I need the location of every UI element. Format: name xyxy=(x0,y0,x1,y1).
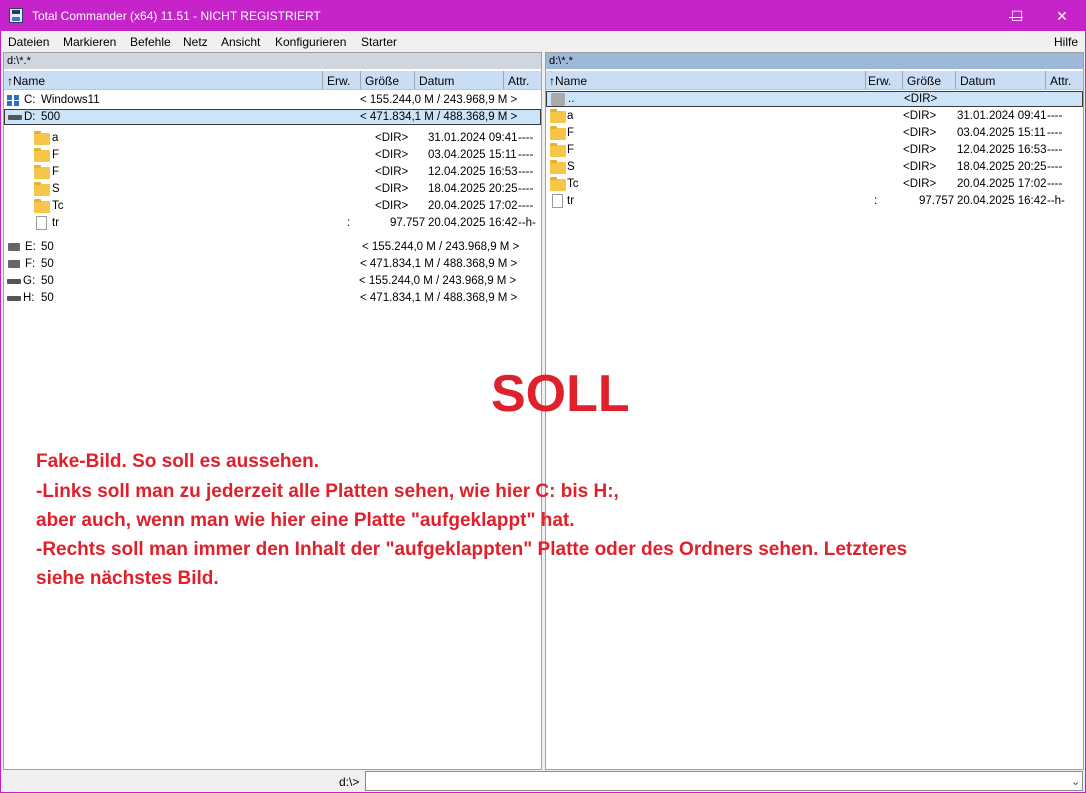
usb-drive-icon xyxy=(8,243,20,251)
left-col-ext[interactable]: Erw. xyxy=(327,74,350,88)
menu-netz[interactable]: Netz xyxy=(183,35,208,49)
list-item[interactable]: Tc <DIR> 20.04.2025 17:02 ---- xyxy=(4,199,541,215)
list-item[interactable]: F <DIR> 12.04.2025 16:53 ---- xyxy=(546,143,1083,159)
menu-dateien[interactable]: Dateien xyxy=(8,35,49,49)
list-item[interactable]: tr : 97.757 20.04.2025 16:42 --h- xyxy=(546,194,1083,210)
title-bar[interactable]: Total Commander (x64) 11.51 - NICHT REGI… xyxy=(1,1,1085,31)
drive-row-e[interactable]: E: 50 < 155.244,0 M / 243.968,9 M > xyxy=(4,240,541,256)
left-col-name[interactable]: ↑Name xyxy=(7,74,45,88)
up-folder-icon xyxy=(551,93,565,106)
left-column-header: ↑Name Erw. Größe Datum Attr. xyxy=(4,71,541,90)
window-title: Total Commander (x64) 11.51 - NICHT REGI… xyxy=(32,9,321,23)
maximize-button[interactable]: ☐ xyxy=(994,1,1040,31)
list-item[interactable]: S <DIR> 18.04.2025 20:25 ---- xyxy=(546,160,1083,176)
chevron-down-icon[interactable]: ⌄ xyxy=(1071,775,1080,788)
drive-row-g[interactable]: G: 50 < 155.244,0 M / 243.968,9 M > xyxy=(4,274,541,290)
annotation-title: SOLL xyxy=(491,365,630,423)
usb-drive-icon xyxy=(8,260,20,268)
list-item[interactable]: Tc <DIR> 20.04.2025 17:02 ---- xyxy=(546,177,1083,193)
command-line-path: d:\> xyxy=(339,775,360,789)
menu-markieren[interactable]: Markieren xyxy=(63,35,116,49)
folder-icon xyxy=(34,131,50,145)
menu-ansicht[interactable]: Ansicht xyxy=(221,35,260,49)
left-col-attr[interactable]: Attr. xyxy=(508,74,529,88)
close-button[interactable]: ✕ xyxy=(1039,1,1085,31)
drive-row-f[interactable]: F: 50 < 471.834,1 M / 488.368,9 M > xyxy=(4,257,541,273)
annotation-line: Fake-Bild. So soll es aussehen. xyxy=(36,451,319,472)
folder-icon xyxy=(550,126,566,140)
menu-befehle[interactable]: Befehle xyxy=(130,35,171,49)
app-icon xyxy=(9,8,23,23)
folder-icon xyxy=(34,199,50,213)
file-icon xyxy=(36,216,47,230)
right-col-attr[interactable]: Attr. xyxy=(1050,74,1071,88)
file-icon xyxy=(552,194,563,208)
right-col-ext[interactable]: Erw. xyxy=(868,74,891,88)
annotation-line: aber auch, wenn man wie hier eine Platte… xyxy=(36,510,575,531)
menu-konfigurieren[interactable]: Konfigurieren xyxy=(275,35,346,49)
app-window: Total Commander (x64) 11.51 - NICHT REGI… xyxy=(0,0,1086,793)
list-item[interactable]: tr : 97.757 20.04.2025 16:42 --h- xyxy=(4,216,541,232)
menu-hilfe[interactable]: Hilfe xyxy=(1054,35,1078,49)
windows-drive-icon xyxy=(7,95,21,103)
list-item[interactable]: F <DIR> 03.04.2025 15:11 ---- xyxy=(546,126,1083,142)
folder-icon xyxy=(550,143,566,157)
drive-icon xyxy=(7,296,21,301)
command-line-input[interactable] xyxy=(365,771,1083,791)
list-item[interactable]: a <DIR> 31.01.2024 09:41 ---- xyxy=(546,109,1083,125)
list-item[interactable]: F <DIR> 03.04.2025 15:11 ---- xyxy=(4,148,541,164)
menu-starter[interactable]: Starter xyxy=(361,35,397,49)
folder-icon xyxy=(550,109,566,123)
drive-row-d[interactable]: D: 500 < 471.834,1 M / 488.368,9 M > xyxy=(4,109,541,125)
list-item[interactable]: a <DIR> 31.01.2024 09:41 ---- xyxy=(4,131,541,147)
menu-bar: Dateien Markieren Befehle Netz Ansicht K… xyxy=(1,31,1085,51)
folder-icon xyxy=(34,165,50,179)
right-column-header: ↑Name Erw. Größe Datum Attr. xyxy=(546,71,1083,90)
annotation-line: -Links soll man zu jederzeit alle Platte… xyxy=(36,481,619,502)
right-col-size[interactable]: Größe xyxy=(907,74,941,88)
folder-icon xyxy=(550,177,566,191)
drive-icon xyxy=(7,279,21,284)
left-col-size[interactable]: Größe xyxy=(365,74,399,88)
drive-row-c[interactable]: C: Windows11 < 155.244,0 M / 243.968,9 M… xyxy=(4,93,541,109)
right-col-date[interactable]: Datum xyxy=(960,74,995,88)
right-col-name[interactable]: ↑Name xyxy=(549,74,587,88)
folder-icon xyxy=(34,182,50,196)
annotation-line: -Rechts soll man immer den Inhalt der "a… xyxy=(36,539,908,560)
left-col-date[interactable]: Datum xyxy=(419,74,454,88)
annotation-line: siehe nächstes Bild. xyxy=(36,568,219,589)
right-path[interactable]: d:\*.* xyxy=(546,53,1083,69)
left-path[interactable]: d:\*.* xyxy=(4,53,541,69)
left-panel[interactable]: d:\*.* ↑Name Erw. Größe Datum Attr. C: W… xyxy=(3,52,542,770)
list-item[interactable]: F <DIR> 12.04.2025 16:53 ---- xyxy=(4,165,541,181)
command-line-bar: d:\> ⌄ xyxy=(1,770,1085,792)
folder-icon xyxy=(34,148,50,162)
list-item[interactable]: S <DIR> 18.04.2025 20:25 ---- xyxy=(4,182,541,198)
folder-icon xyxy=(550,160,566,174)
drive-row-h[interactable]: H: 50 < 471.834,1 M / 488.368,9 M > xyxy=(4,291,541,307)
parent-dir-row[interactable]: .. <DIR> xyxy=(546,91,1083,107)
drive-icon xyxy=(8,115,22,120)
